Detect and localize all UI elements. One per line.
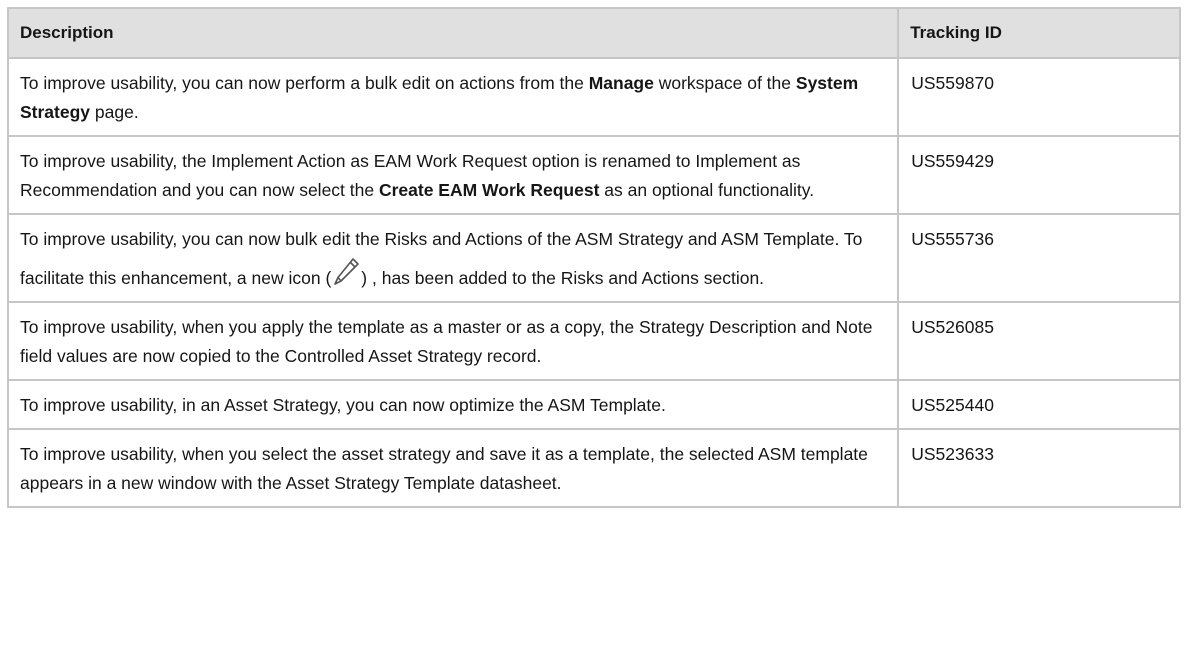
- tracking-id-cell: US559429: [897, 135, 1181, 215]
- description-text: To improve usability, in an Asset Strate…: [20, 395, 666, 415]
- tracking-id-cell: US559870: [897, 57, 1181, 137]
- description-text: To improve usability, when you select th…: [20, 444, 868, 493]
- description-text: workspace of the: [653, 73, 796, 93]
- table-header-row: Description Tracking ID: [6, 7, 1181, 59]
- description-cell: To improve usability, the Implement Acti…: [6, 135, 900, 215]
- description-cell: To improve usability, when you apply the…: [6, 301, 900, 381]
- description-cell: To improve usability, you can now bulk e…: [6, 213, 900, 303]
- release-notes-table: Description Tracking ID To improve usabi…: [6, 7, 1181, 508]
- table-row: To improve usability, in an Asset Strate…: [6, 379, 1181, 430]
- table-row: To improve usability, the Implement Acti…: [6, 135, 1181, 215]
- description-text: ) , has been added to the Risks and Acti…: [361, 268, 765, 288]
- tracking-id-cell: US525440: [897, 379, 1181, 430]
- table-row: To improve usability, when you select th…: [6, 428, 1181, 508]
- ui-term: Manage: [588, 73, 654, 93]
- pencil-edit-icon: [331, 256, 361, 288]
- description-text: page.: [90, 102, 139, 122]
- description-text: To improve usability, when you apply the…: [20, 317, 873, 366]
- tracking-id-cell: US555736: [897, 213, 1181, 303]
- tracking-id-cell: US523633: [897, 428, 1181, 508]
- description-cell: To improve usability, in an Asset Strate…: [6, 379, 900, 430]
- description-cell: To improve usability, when you select th…: [6, 428, 900, 508]
- description-column-header: Description: [6, 7, 900, 59]
- table-row: To improve usability, when you apply the…: [6, 301, 1181, 381]
- description-text: To improve usability, you can now perfor…: [20, 73, 589, 93]
- ui-term: Create EAM Work Request: [378, 180, 600, 200]
- table-row: To improve usability, you can now perfor…: [6, 57, 1181, 137]
- tracking-id-cell: US526085: [897, 301, 1181, 381]
- description-text: as an optional functionality.: [599, 180, 815, 200]
- description-cell: To improve usability, you can now perfor…: [6, 57, 900, 137]
- tracking-id-column-header: Tracking ID: [897, 7, 1181, 59]
- table-row: To improve usability, you can now bulk e…: [6, 213, 1181, 303]
